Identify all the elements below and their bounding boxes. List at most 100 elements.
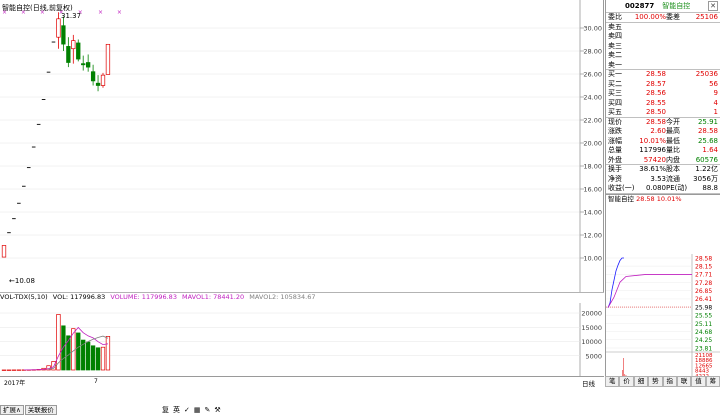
- side-tabs: 笔 价 细 势 指 联 值 筹: [605, 376, 720, 387]
- price-axis-label: 26.00: [583, 71, 602, 79]
- tab-expand[interactable]: 扩展∧: [0, 404, 24, 415]
- language-icon[interactable]: 英: [173, 405, 180, 415]
- candle-body: [105, 43, 111, 75]
- quote-header: 002877 智能自控 ✕: [606, 0, 720, 13]
- close-icon[interactable]: ✕: [708, 1, 718, 11]
- buy-row[interactable]: 买四 28.55 4: [606, 99, 720, 109]
- minute-price: 28.58: [636, 194, 655, 203]
- stat-value: 28.58: [645, 117, 666, 126]
- volume-bar: [6, 369, 12, 371]
- quote-panel: 002877 智能自控 ✕ 委比 100.00% 委差 25106 卖五 卖四 …: [605, 0, 720, 386]
- vol-axis-label: 10000: [581, 338, 602, 346]
- stat-value: 1.64: [702, 146, 718, 154]
- tab-value[interactable]: 值: [691, 376, 706, 387]
- sell-row[interactable]: 卖四: [606, 32, 720, 42]
- vol-indicator-name[interactable]: VOL-TDX(5,10): [0, 293, 48, 301]
- stat-value: 25.91: [697, 117, 718, 126]
- tab-ticks[interactable]: 笔: [605, 376, 620, 387]
- kline-svg[interactable]: 30.00 28.00 26.00 24.00 22.00 20.00 18.00 16.00…: [0, 0, 604, 376]
- volume-bar: [76, 332, 81, 371]
- mavol1-line: [23, 326, 109, 371]
- candle-body: [56, 18, 61, 38]
- minute-price-label: 25.98: [695, 304, 712, 311]
- tab-chips[interactable]: 筹: [705, 376, 720, 387]
- price-axis-label: 28.00: [583, 48, 602, 56]
- weibi-value: 100.00%: [634, 13, 666, 21]
- candle-body: [100, 74, 106, 86]
- sell-row[interactable]: 卖三: [606, 42, 720, 52]
- minute-chart-header: 智能自控 28.58 10.01%: [606, 193, 720, 203]
- fund-row: 收益(一) 0.080 PE(动) 88.8: [606, 184, 720, 194]
- minute-price-label: 23.81: [695, 345, 712, 352]
- vol-axis-label: 5000: [585, 352, 602, 360]
- buy-price: 28.58: [645, 70, 666, 78]
- kline-chart[interactable]: 30.00 28.00 26.00 24.00 22.00 20.00 18.00 16.00…: [0, 0, 604, 376]
- stat-value: 117996: [639, 146, 666, 154]
- buy-orders: 买一 28.58 25036 买二 28.57 56 买三 28.56 9 买四…: [606, 70, 720, 118]
- candle-body: [95, 82, 101, 86]
- fundamentals-block: 换手 38.61% 股本 1.22亿 净资 3.53 流通 3056万 收益(一…: [606, 165, 720, 194]
- sell-orders: 卖五 卖四 卖三 卖二 卖一: [606, 23, 720, 70]
- minute-price-label: 25.55: [695, 312, 712, 319]
- stat-value: 2.60: [650, 127, 666, 135]
- tab-linked[interactable]: 联: [676, 376, 692, 387]
- minute-avg-line: [607, 274, 692, 308]
- period-label[interactable]: 日线: [582, 378, 595, 388]
- max-price-label: 31.37: [61, 12, 82, 20]
- fund-value: 3.53: [650, 174, 666, 183]
- buy-row[interactable]: 买五 28.50 1: [606, 108, 720, 118]
- buy-volume: 1: [713, 108, 718, 116]
- minute-price-label: 26.85: [695, 288, 712, 295]
- year-label: 2017年: [4, 380, 26, 387]
- min-price-label: ←10.08: [9, 277, 35, 285]
- vol-axis-label: 20000: [581, 310, 602, 318]
- fund-value: 1.22亿: [695, 165, 718, 173]
- event-markers-right[interactable]: × ×: [98, 9, 128, 16]
- mavol2-value: MAVOL2: 105834.67: [249, 293, 316, 301]
- restore-icon[interactable]: 复: [162, 405, 169, 415]
- volume-bar: [105, 336, 111, 371]
- stat-value: 25.68: [697, 136, 718, 145]
- sell-row[interactable]: 卖一: [606, 61, 720, 70]
- buy-row[interactable]: 买三 28.56 9: [606, 89, 720, 99]
- pen-icon[interactable]: ✎: [205, 406, 211, 414]
- buy-row[interactable]: 买一 28.58 25036: [606, 70, 720, 80]
- tab-index[interactable]: 指: [662, 376, 677, 387]
- stat-value: 28.58: [697, 127, 718, 135]
- minute-price-label: 27.28: [695, 280, 712, 287]
- toolbar: 复 英 ✓ ▦ ✎ ⚒: [162, 404, 221, 415]
- tab-related-quotes[interactable]: 关联报价: [24, 404, 57, 415]
- tools-icon[interactable]: ⚒: [214, 406, 220, 414]
- minute-price-label: 26.41: [695, 296, 712, 303]
- price-axis-label: 16.00: [583, 186, 602, 194]
- sell-row[interactable]: 卖二: [606, 51, 720, 61]
- buy-price: 28.55: [645, 98, 666, 107]
- grid-icon[interactable]: ▦: [194, 406, 201, 414]
- volume-bar: [95, 347, 101, 371]
- buy-row[interactable]: 买二 28.57 56: [606, 80, 720, 90]
- fund-value: 88.8: [702, 184, 718, 192]
- check-icon[interactable]: ✓: [184, 406, 190, 414]
- minute-price-label: 25.11: [695, 321, 712, 328]
- mavol1-value: MAVOL1: 78441.20: [182, 293, 245, 301]
- stat-value: 60576: [695, 155, 718, 164]
- stock-code: 002877: [625, 2, 655, 10]
- stat-value: 10.01%: [639, 136, 666, 145]
- time-axis: 2017年 7 日线: [0, 376, 604, 388]
- fund-value: 38.61%: [639, 165, 666, 173]
- vol-value: VOL: 117996.83: [52, 293, 106, 301]
- minute-chart[interactable]: 28.5828.15 27.7127.2826.8526.4125.9825.55…: [606, 254, 720, 378]
- buy-price: 28.56: [645, 89, 666, 97]
- candle-body: [61, 25, 66, 45]
- sell-row[interactable]: 卖五: [606, 23, 720, 33]
- volume-value: VOLUME: 117996.83: [110, 293, 177, 301]
- tab-detail[interactable]: 细: [633, 376, 649, 387]
- volume-bar: [100, 346, 106, 371]
- candle-body: [66, 46, 71, 63]
- volume-header: VOL-TDX(5,10) VOL: 117996.83 VOLUME: 117…: [0, 293, 580, 303]
- tab-trend[interactable]: 势: [648, 376, 663, 387]
- minute-price-label: 28.58: [695, 255, 712, 262]
- stock-name[interactable]: 智能自控: [662, 1, 690, 11]
- volume-bar: [90, 345, 96, 371]
- tab-price[interactable]: 价: [619, 376, 634, 387]
